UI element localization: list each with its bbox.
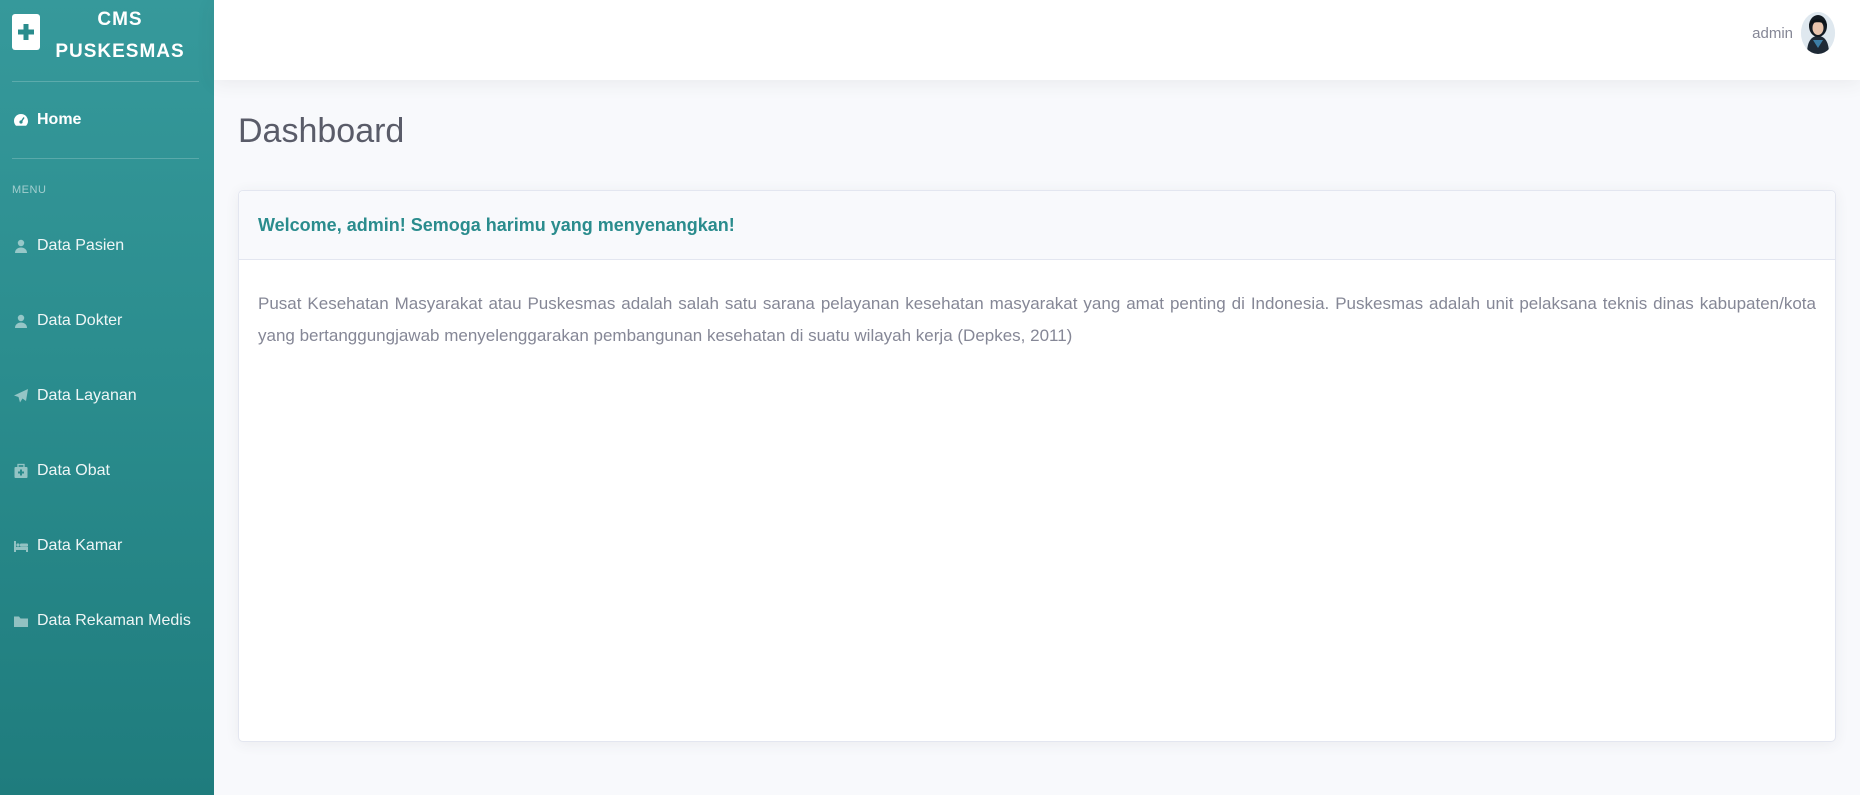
brand-name: CMS PUSKESMAS [55, 4, 185, 68]
sidebar: CMS PUSKESMAS Home MENU Data Pasien Data… [0, 0, 214, 795]
card-text: Pusat Kesehatan Masyarakat atau Puskesma… [258, 294, 1816, 345]
sidebar-item-label: Data Pasien [37, 236, 125, 254]
sidebar-item-label: Data Layanan [37, 386, 137, 404]
avatar[interactable] [1801, 12, 1835, 54]
brand-line-2: PUSKESMAS [55, 41, 185, 62]
page-title: Dashboard [238, 112, 405, 150]
user-icon [15, 239, 27, 253]
plus-icon [12, 14, 40, 50]
topbar: admin [214, 0, 1860, 80]
brand[interactable]: CMS PUSKESMAS [0, 0, 214, 81]
bed-icon [14, 540, 28, 552]
sidebar-heading: MENU [12, 184, 47, 196]
sidebar-item-data-obat[interactable]: Data Obat [0, 433, 214, 508]
sidebar-item-label: Data Dokter [37, 311, 123, 329]
brand-line-1: CMS [97, 9, 143, 30]
card-header: Welcome, admin! Semoga harimu yang menye… [239, 191, 1835, 260]
sidebar-item-data-layanan[interactable]: Data Layanan [0, 358, 214, 433]
sidebar-item-data-rekaman-medis[interactable]: Data Rekaman Medis [0, 583, 214, 658]
paper-plane-icon [14, 388, 28, 402]
sidebar-divider [12, 158, 199, 159]
sidebar-item-data-dokter[interactable]: Data Dokter [0, 283, 214, 358]
user-md-icon [15, 314, 27, 328]
sidebar-item-data-kamar[interactable]: Data Kamar [0, 508, 214, 583]
welcome-card: Welcome, admin! Semoga harimu yang menye… [238, 190, 1836, 742]
sidebar-item-data-pasien[interactable]: Data Pasien [0, 208, 214, 283]
sidebar-item-label: Data Kamar [37, 536, 123, 554]
user-dropdown[interactable]: admin [1752, 12, 1835, 54]
card-title: Welcome, admin! Semoga harimu yang menye… [258, 214, 735, 235]
folder-icon [14, 616, 28, 627]
sidebar-item-label: Data Obat [37, 461, 110, 479]
card-body: Pusat Kesehatan Masyarakat atau Puskesma… [239, 260, 1835, 380]
dashboard-icon [14, 114, 28, 126]
sidebar-item-label: Data Rekaman Medis [37, 611, 191, 629]
medkit-icon [14, 463, 28, 478]
sidebar-item-home[interactable]: Home [0, 82, 214, 158]
user-name: admin [1752, 24, 1793, 42]
sidebar-item-label: Home [37, 111, 82, 128]
